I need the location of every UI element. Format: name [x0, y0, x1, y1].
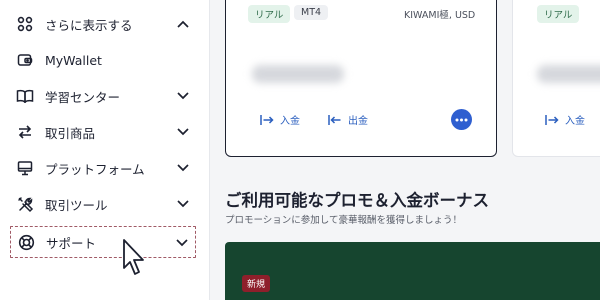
sidebar-item-label: さらに表示する: [45, 17, 133, 33]
more-options-button[interactable]: [451, 109, 472, 130]
sidebar-item-mywallet[interactable]: MyWallet: [10, 44, 196, 76]
account-type-tag: リアル: [248, 5, 291, 23]
chevron-down-icon[interactable]: [176, 89, 190, 103]
sidebar-item-more[interactable]: さらに表示する: [10, 8, 196, 40]
account-type-tag: リアル: [537, 5, 580, 23]
sidebar-item-support[interactable]: サポート: [10, 226, 196, 258]
swap-arrows-icon: [14, 122, 36, 142]
tools-icon: [14, 194, 36, 214]
wallet-icon: [14, 50, 36, 70]
chevron-down-icon[interactable]: [175, 236, 189, 250]
sidebar-item-learning-center[interactable]: 学習センター: [10, 80, 196, 112]
account-card-secondary[interactable]: リアル 入金: [512, 0, 600, 157]
more-dots-icon: [455, 118, 468, 121]
book-icon: [14, 86, 36, 106]
sidebar-item-label: プラットフォーム: [45, 161, 145, 177]
grid-icon: [14, 14, 36, 34]
chevron-down-icon[interactable]: [176, 161, 190, 175]
chevron-up-icon[interactable]: [176, 17, 190, 31]
withdraw-icon: [328, 114, 342, 126]
sidebar-item-label: サポート: [46, 235, 97, 251]
balance-blurred: [537, 65, 600, 83]
sidebar-item-label: 取引商品: [45, 125, 96, 141]
deposit-label: 入金: [565, 116, 585, 127]
sidebar-item-trading-products[interactable]: 取引商品: [10, 116, 196, 148]
chevron-down-icon[interactable]: [176, 125, 190, 139]
account-card[interactable]: リアル MT4 KIWAMI極, USD 入金 出金: [225, 0, 497, 157]
deposit-icon: [545, 114, 559, 126]
account-info: KIWAMI極, USD: [404, 10, 476, 21]
platform-tag: MT4: [294, 5, 329, 20]
sidebar: さらに表示する MyWallet 学習センター 取引商品 プラットフォーム 取引…: [0, 0, 210, 300]
sidebar-item-label: 取引ツール: [45, 197, 108, 213]
chevron-down-icon[interactable]: [176, 197, 190, 211]
promo-section-title: ご利用可能なプロモ＆入金ボーナス: [225, 191, 489, 210]
deposit-label: 入金: [280, 116, 300, 127]
promo-section-subtitle: プロモーションに参加して豪華報酬を獲得しましょう！: [225, 215, 463, 226]
sidebar-item-label: MyWallet: [45, 52, 102, 68]
withdraw-label: 出金: [348, 116, 368, 127]
lifebuoy-icon: [15, 232, 37, 252]
balance-blurred: [252, 65, 344, 83]
sidebar-item-label: 学習センター: [45, 89, 121, 105]
monitor-icon: [14, 158, 36, 178]
sidebar-item-platform[interactable]: プラットフォーム: [10, 152, 196, 184]
mouse-pointer-icon: [120, 238, 148, 278]
deposit-button[interactable]: 入金: [545, 112, 585, 127]
deposit-button[interactable]: 入金: [260, 112, 300, 127]
withdraw-button[interactable]: 出金: [328, 112, 368, 127]
deposit-icon: [260, 114, 274, 126]
sidebar-item-trading-tools[interactable]: 取引ツール: [10, 188, 196, 220]
new-badge: 新規: [242, 275, 271, 292]
promo-banner[interactable]: [225, 242, 600, 300]
